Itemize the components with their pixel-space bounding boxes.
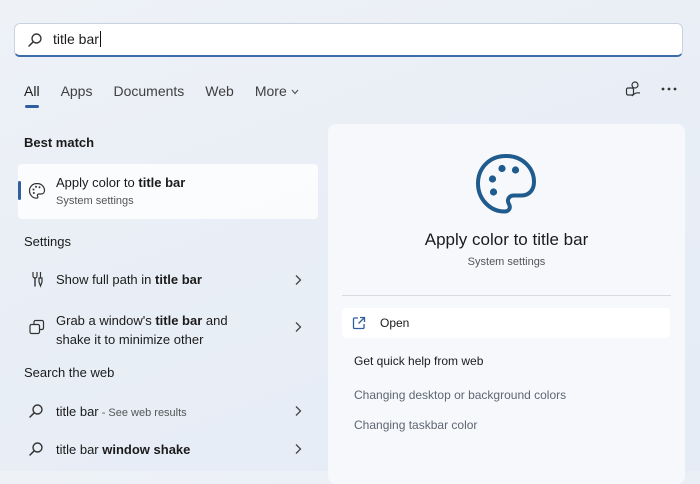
settings-heading: Settings [24, 234, 71, 249]
tab-apps[interactable]: Apps [61, 83, 93, 99]
chevron-right-icon [295, 322, 302, 332]
divider [342, 295, 671, 296]
web-result-item[interactable]: title bar window shake [18, 433, 318, 465]
help-link[interactable]: Changing taskbar color [354, 418, 477, 432]
tab-documents[interactable]: Documents [113, 83, 184, 99]
preview-title: Apply color to title bar [424, 230, 589, 249]
quick-help-heading: Get quick help from web [354, 354, 484, 368]
people-feedback-icon [625, 81, 641, 97]
chevron-right-icon [295, 444, 302, 454]
top-toolbar [624, 80, 678, 98]
settings-item-label: Grab a window's title bar and shake it to… [56, 313, 228, 347]
settings-item-show-full-path[interactable]: Show full path in title bar [18, 262, 318, 296]
open-external-icon [352, 316, 366, 330]
search-bar[interactable]: title bar [14, 23, 683, 57]
tab-more[interactable]: More [255, 83, 299, 99]
best-match-item[interactable]: Apply color to title bar System settings [18, 164, 318, 219]
filter-tabs: All Apps Documents Web More [24, 83, 320, 108]
best-match-heading: Best match [24, 135, 95, 150]
best-match-subtitle: System settings [56, 195, 134, 207]
more-options-icon [661, 87, 677, 91]
search-icon [29, 404, 43, 418]
settings-item-label: Show full path in title bar [56, 272, 202, 287]
more-options-button[interactable] [660, 80, 678, 98]
open-button[interactable]: Open [342, 308, 670, 338]
chevron-right-icon [295, 406, 302, 416]
chevron-right-icon [295, 275, 302, 285]
tab-web[interactable]: Web [205, 83, 234, 99]
preview-subtitle: System settings [467, 256, 546, 268]
palette-icon [476, 154, 536, 214]
help-link[interactable]: Changing desktop or background colors [354, 388, 566, 402]
search-web-heading: Search the web [24, 365, 115, 380]
text-cursor [99, 31, 101, 47]
chevron-down-icon [291, 89, 299, 95]
people-feedback-button[interactable] [624, 80, 642, 98]
search-icon [28, 33, 42, 47]
open-label: Open [380, 316, 410, 330]
web-result-label: title bar - See web results [56, 404, 187, 419]
palette-icon [28, 182, 46, 199]
windows-overlap-icon [29, 319, 45, 335]
search-input[interactable]: title bar [53, 31, 101, 47]
tools-icon [32, 272, 43, 288]
tab-all[interactable]: All [24, 83, 40, 108]
web-result-label: title bar window shake [56, 442, 191, 457]
best-match-title: Apply color to title bar [56, 175, 186, 190]
settings-item-shake-minimize[interactable]: Grab a window's title bar and shake it to… [18, 304, 318, 348]
web-result-item[interactable]: title bar - See web results [18, 395, 318, 427]
preview-panel: Apply color to title bar System settings… [328, 124, 685, 484]
search-icon [29, 442, 43, 456]
